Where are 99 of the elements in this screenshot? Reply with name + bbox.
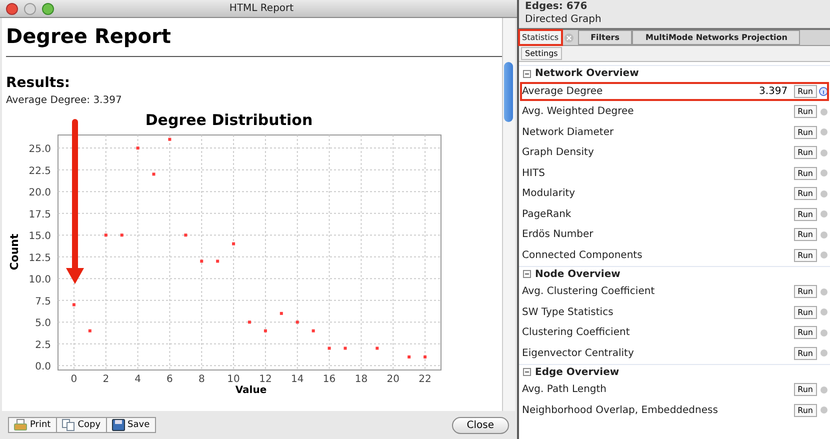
x-tick-label: 16: [322, 374, 336, 385]
y-tick-label: 22.5: [28, 166, 51, 177]
data-point: [408, 355, 411, 358]
x-tick-label: 2: [102, 374, 110, 385]
y-tick-label: 5.0: [35, 318, 51, 330]
x-tick-label: 10: [227, 374, 240, 385]
run-button[interactable]: Run: [794, 166, 817, 180]
group-title: Node Overview: [535, 268, 620, 280]
statistic-name: Avg. Clustering Coefficient: [522, 286, 656, 298]
data-point: [104, 234, 108, 237]
y-tick-label: 12.5: [28, 252, 51, 264]
panel-tab[interactable]: Statistics: [519, 30, 562, 45]
x-tick-label: 0: [70, 374, 78, 385]
run-button[interactable]: Run: [794, 248, 817, 262]
close-button[interactable]: Close: [452, 416, 509, 434]
statistic-name: Connected Components: [522, 250, 644, 261]
x-axis-label: Value: [235, 385, 267, 394]
x-tick-label: 8: [198, 374, 205, 385]
statistic-name: Clustering Coefficient: [522, 327, 631, 338]
run-button[interactable]: Run: [794, 404, 817, 417]
data-point: [312, 329, 315, 332]
data-point: [184, 234, 188, 237]
data-point: [280, 312, 283, 315]
run-button[interactable]: Run: [794, 146, 817, 160]
run-button[interactable]: Run: [794, 228, 817, 242]
data-point: [376, 346, 379, 350]
y-tick-label: 10.0: [28, 274, 51, 286]
summary-text: Average Degree: 3.397: [6, 95, 123, 106]
collapse-icon[interactable]: [523, 70, 531, 78]
data-point: [88, 329, 92, 332]
vertical-scrollbar[interactable]: [502, 18, 515, 411]
data-point: [296, 320, 299, 324]
collapse-icon[interactable]: [523, 368, 531, 376]
edge-count: Edges: 676: [525, 0, 588, 13]
group-title: Network Overview: [535, 68, 639, 79]
statistic-name: Network Diameter: [522, 126, 615, 138]
statistic-name: Avg. Weighted Degree: [522, 106, 635, 118]
x-tick-label: 6: [166, 374, 173, 385]
statistic-name: Graph Density: [522, 147, 595, 158]
run-button[interactable]: Run: [794, 346, 817, 360]
data-point: [152, 172, 156, 176]
run-button[interactable]: Run: [794, 105, 817, 118]
data-point: [200, 260, 204, 263]
data-point: [168, 138, 172, 141]
data-point: [232, 242, 236, 246]
run-button[interactable]: Run: [794, 84, 817, 98]
data-point: [328, 346, 331, 350]
run-button[interactable]: Run: [794, 126, 817, 139]
window-title: HTML Report: [228, 3, 295, 14]
data-point: [72, 303, 76, 306]
panel-tab[interactable]: MultiMode Networks Projection: [632, 30, 800, 45]
section-heading: Results:: [6, 75, 71, 91]
info-icon[interactable]: [819, 86, 828, 96]
statistic-name: Neighborhood Overlap, Embeddedness: [522, 404, 719, 416]
data-point: [136, 146, 140, 150]
data-point: [344, 346, 347, 350]
data-point: [120, 234, 124, 237]
y-tick-label: 0.0: [35, 362, 51, 373]
run-button[interactable]: Run: [794, 306, 817, 319]
x-tick-label: 4: [134, 374, 141, 385]
graph-type: Directed Graph: [525, 13, 602, 26]
y-tick-label: 7.5: [35, 296, 51, 308]
chart-title: Degree Distribution: [145, 111, 313, 129]
run-button[interactable]: Run: [794, 383, 817, 396]
y-tick-label: 25.0: [28, 144, 51, 156]
data-point: [264, 329, 267, 332]
run-button[interactable]: Run: [794, 326, 817, 340]
statistic-value: 3.397: [759, 86, 788, 97]
x-tick-label: 20: [386, 374, 400, 385]
statistic-name: Avg. Path Length: [522, 384, 608, 396]
statistic-name: PageRank: [522, 208, 572, 220]
statistic-name: Modularity: [522, 188, 576, 200]
group-title: Edge Overview: [535, 366, 620, 378]
x-tick-label: 12: [259, 374, 272, 385]
statistic-name: SW Type Statistics: [522, 306, 614, 318]
statistic-name: Erdös Number: [522, 229, 594, 240]
run-button[interactable]: Run: [794, 187, 817, 200]
settings-button[interactable]: Settings: [521, 47, 562, 60]
run-button[interactable]: Run: [794, 208, 817, 221]
x-tick-label: 14: [291, 374, 304, 385]
y-tick-label: 20.0: [28, 188, 51, 199]
y-tick-label: 17.5: [28, 209, 51, 220]
y-tick-label: 15.0: [28, 231, 51, 242]
panel-tab[interactable]: Filters: [578, 30, 632, 45]
statistic-name: Eigenvector Centrality: [522, 348, 635, 359]
y-tick-label: 2.5: [35, 340, 51, 351]
collapse-icon[interactable]: [523, 270, 531, 278]
close-window-icon[interactable]: [6, 2, 18, 14]
zoom-window-icon[interactable]: [42, 2, 54, 14]
x-tick-label: 22: [418, 374, 432, 385]
statistic-name: HITS: [522, 168, 546, 179]
statistic-name: Average Degree: [522, 86, 604, 97]
x-tick-label: 18: [354, 374, 368, 385]
data-point: [248, 320, 251, 324]
run-button[interactable]: Run: [794, 285, 817, 298]
data-point: [424, 355, 427, 358]
data-point: [216, 260, 220, 263]
y-axis-label: Count: [8, 234, 21, 270]
report-heading: Degree Report: [6, 24, 172, 48]
